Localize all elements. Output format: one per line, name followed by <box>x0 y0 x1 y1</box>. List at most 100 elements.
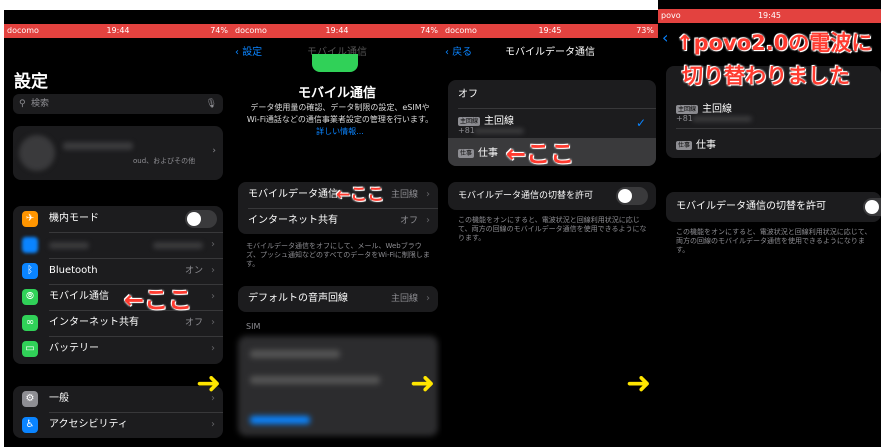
annotation-arrow: ←ここ <box>336 185 385 205</box>
chevron-right-icon: › <box>211 317 215 328</box>
chevron-right-icon: › <box>211 419 215 430</box>
phone-number <box>692 116 752 122</box>
wifi-value <box>153 242 203 249</box>
line-badge: 主回線 <box>458 116 481 126</box>
page-title: 設定 <box>14 72 48 92</box>
work-line-label: 仕事 仕事 <box>458 148 499 159</box>
wifi-row[interactable]: › <box>13 232 223 258</box>
line-badge: 仕事 <box>458 148 475 158</box>
airplane-icon: ✈ <box>22 211 38 227</box>
chevron-right-icon: › <box>426 189 430 200</box>
default-voice-line-value: 主回線 <box>390 294 418 304</box>
general-row[interactable]: ⚙ 一般 › <box>13 386 223 412</box>
learn-more-link[interactable]: 詳しい情報... <box>316 127 364 136</box>
wifi-icon <box>22 237 38 253</box>
gear-icon: ⚙ <box>22 391 38 407</box>
battery-row[interactable]: ▭ バッテリー › <box>13 336 223 362</box>
default-voice-line-row[interactable]: デフォルトの音声回線 主回線 › <box>238 286 438 312</box>
status-bar: docomo 19:44 74% <box>4 24 232 38</box>
allow-data-switching-toggle[interactable] <box>863 198 881 216</box>
section-description: データ使用量の確認、データ制限の設定、eSIMやWi-Fi通話などの通信事業者設… <box>246 102 434 138</box>
account-name <box>63 142 133 150</box>
chevron-right-icon: › <box>212 146 216 156</box>
primary-line-label: 主回線 主回線 <box>458 116 515 127</box>
nav-title: モバイルデータ通信 <box>505 47 595 58</box>
caption-line-2: 切り替わりました <box>682 64 850 88</box>
microphone-icon[interactable]: 🎙 <box>206 94 217 114</box>
clock: 19:44 <box>106 26 130 35</box>
accessibility-row[interactable]: ♿ アクセシビリティ › <box>13 412 223 438</box>
general-group: ⚙ 一般 › ♿ アクセシビリティ › <box>13 386 223 438</box>
section-heading: モバイル通信 <box>297 86 376 101</box>
data-switching-group: モバイルデータ通信の切替を許可 <box>666 192 881 222</box>
hotspot-icon: ∞ <box>22 315 38 331</box>
option-primary-line[interactable]: 主回線 主回線 +81 <box>666 96 881 126</box>
allow-data-switching-label: モバイルデータ通信の切替を許可 <box>676 201 826 212</box>
wifi-label <box>49 242 89 249</box>
voice-line-group: デフォルトの音声回線 主回線 › <box>238 286 438 312</box>
battery-percent: 73% <box>636 26 654 35</box>
clock: 19:45 <box>538 26 562 35</box>
antenna-icon: ⦾ <box>22 289 38 305</box>
battery-percent: 74% <box>420 26 438 35</box>
line-badge: 仕事 <box>676 140 693 150</box>
arrow-right-icon: ➜ <box>626 366 652 401</box>
arrow-right-icon: ➜ <box>410 366 436 401</box>
apple-id-card[interactable]: oud、およびその他 › <box>13 126 223 180</box>
search-input[interactable]: ⚲ 検索 🎙 <box>13 94 223 114</box>
back-button[interactable]: ‹ <box>662 28 668 47</box>
primary-line-number: +81 <box>676 114 693 123</box>
battery-percent: 74% <box>210 26 228 35</box>
mobile-data-label: モバイル通信 <box>49 291 109 302</box>
chevron-right-icon: › <box>211 291 215 302</box>
option-off-label: オフ <box>458 89 478 100</box>
chevron-left-icon: ‹ <box>662 28 669 47</box>
primary-line-label: 主回線 主回線 <box>676 104 733 115</box>
personal-hotspot-label: インターネット共有 <box>248 215 338 226</box>
chevron-right-icon: › <box>211 265 215 276</box>
general-label: 一般 <box>49 393 69 404</box>
account-subtitle: oud、およびその他 <box>133 157 196 165</box>
allow-data-switching-row: モバイルデータ通信の切替を許可 <box>448 183 656 209</box>
caption-line-1: ↑povo2.0の電波に <box>676 31 873 55</box>
status-bar: povo 19:45 <box>658 9 881 23</box>
personal-hotspot-value: オフ <box>399 216 418 226</box>
mobile-data-icon <box>312 54 358 72</box>
search-placeholder: 検索 <box>31 99 50 109</box>
allow-data-switching-toggle[interactable] <box>616 187 648 205</box>
allow-data-switching-row: モバイルデータ通信の切替を許可 <box>666 194 881 220</box>
airplane-mode-row[interactable]: ✈ 機内モード <box>13 206 223 232</box>
clock: 19:44 <box>325 26 349 35</box>
line-badge: 主回線 <box>676 104 699 114</box>
bluetooth-icon: ᛒ <box>22 263 38 279</box>
data-switching-group: モバイルデータ通信の切替を許可 <box>448 182 656 210</box>
battery-label: バッテリー <box>49 343 99 354</box>
allow-data-switching-label: モバイルデータ通信の切替を許可 <box>458 191 594 201</box>
sim-list[interactable] <box>238 336 438 436</box>
bluetooth-label: Bluetooth <box>49 265 98 276</box>
battery-icon: ▭ <box>22 341 38 357</box>
work-line-label: 仕事 仕事 <box>676 140 717 151</box>
accessibility-icon: ♿ <box>22 417 38 433</box>
description-text: データ使用量の確認、データ制限の設定、eSIMやWi-Fi通話などの通信事業者設… <box>246 103 434 124</box>
airplane-mode-toggle[interactable] <box>185 210 217 228</box>
avatar <box>19 135 55 171</box>
mobile-data-label: モバイルデータ通信 <box>248 189 338 200</box>
personal-hotspot-row[interactable]: インターネット共有 オフ › <box>238 208 438 234</box>
annotation-arrow: ←ここ <box>124 286 193 314</box>
mobile-data-footnote: モバイルデータ通信をオフにして、メール、Webブラウズ、プッシュ通知などのすべて… <box>246 242 430 268</box>
option-off[interactable]: オフ <box>448 82 656 108</box>
accessibility-label: アクセシビリティ <box>49 419 128 430</box>
airplane-mode-label: 機内モード <box>49 213 99 224</box>
option-work-line[interactable]: 仕事 仕事 <box>666 130 881 156</box>
data-switching-footnote: この機能をオンにすると、電波状況と回線利用状況に応じて、両方の回線のモバイルデー… <box>676 228 872 254</box>
primary-line-number: +81 <box>458 126 475 135</box>
status-bar: docomo 19:44 74% <box>232 24 442 38</box>
mobile-data-value: 主回線 <box>390 190 418 200</box>
chevron-right-icon: › <box>426 293 430 304</box>
annotation-arrow: ←ここ <box>506 140 575 168</box>
chevron-right-icon: › <box>426 215 430 226</box>
chevron-right-icon: › <box>211 239 215 250</box>
povo-result-screen: povo 19:45 ‹ 主回線 主回線 +81 仕事 仕事 モバイルデータ通信の切… <box>658 0 881 447</box>
arrow-right-icon: ➜ <box>196 366 222 401</box>
